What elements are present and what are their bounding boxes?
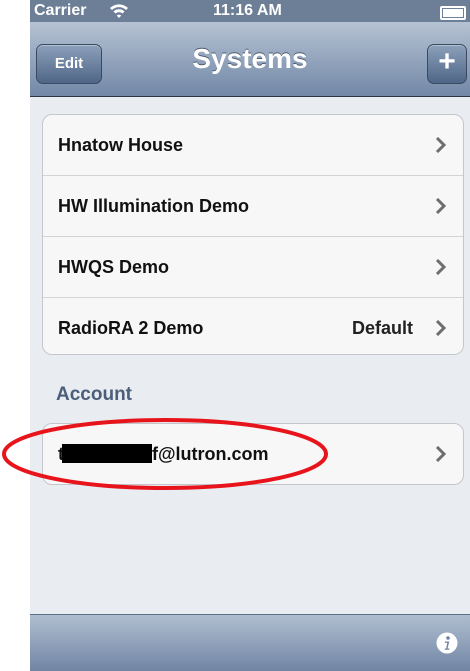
bottom-toolbar [30,614,470,671]
chevron-right-icon [435,446,447,462]
system-name: RadioRA 2 Demo [58,318,204,338]
systems-group: Hnatow House HW Illumination Demo HWQS D… [42,114,464,355]
system-row-hwqs-demo[interactable]: HWQS Demo [43,236,463,297]
red-annotation-ellipse [2,418,328,490]
battery-icon [440,6,466,20]
system-row-hnatow-house[interactable]: Hnatow House [43,115,463,175]
chevron-right-icon [435,259,447,275]
chevron-right-icon [435,137,447,153]
chevron-right-icon [435,198,447,214]
status-bar: Carrier 11:16 AM [30,0,470,22]
wifi-icon [110,4,128,18]
navigation-bar: Systems Edit + [30,22,470,97]
phone-screen: Carrier 11:16 AM Systems Edit + Hnatow H… [30,0,470,671]
chevron-right-icon [435,320,447,336]
system-name: Hnatow House [58,135,184,155]
system-name: HW Illumination Demo [58,196,249,216]
system-name: HWQS Demo [58,257,170,277]
carrier-label: Carrier [34,2,87,19]
account-section-header: Account [56,384,132,405]
system-row-hw-illumination-demo[interactable]: HW Illumination Demo [43,175,463,236]
systems-list-view[interactable]: Hnatow House HW Illumination Demo HWQS D… [30,97,470,614]
system-row-radiora-2-demo[interactable]: RadioRA 2 Demo Default [43,297,463,358]
default-badge: Default [351,318,413,338]
add-system-button[interactable]: + [427,44,467,84]
edit-button[interactable]: Edit [36,44,102,84]
status-time: 11:16 AM [213,2,282,19]
info-icon[interactable] [436,632,458,654]
